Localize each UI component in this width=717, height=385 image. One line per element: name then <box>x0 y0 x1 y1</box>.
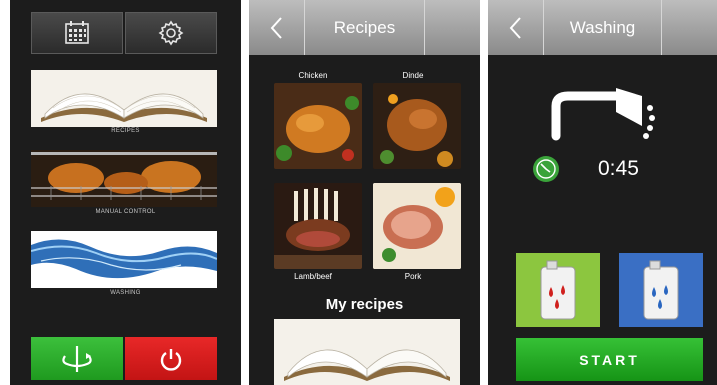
rotate-button[interactable] <box>31 337 123 380</box>
clock-icon <box>533 156 559 182</box>
rack-of-lamb-image <box>274 183 362 269</box>
open-book-image <box>31 70 217 127</box>
main-menu-screen: RECIPES MANUAL CONTROL WASHING <box>10 0 241 385</box>
header-bar: Washing <box>488 0 717 55</box>
calendar-button[interactable] <box>31 12 123 54</box>
gear-icon <box>158 20 184 46</box>
roast-pork-image <box>373 183 461 269</box>
my-recipes-tile[interactable] <box>274 319 460 385</box>
red-detergent-jug-icon <box>540 260 576 320</box>
back-button[interactable] <box>249 0 305 55</box>
lamb-beef-recipe-card[interactable] <box>274 183 362 269</box>
dinde-recipe-card[interactable] <box>373 83 461 169</box>
my-recipes-heading: My recipes <box>325 296 404 313</box>
washing-label: WASHING <box>110 290 141 296</box>
chevron-left-icon <box>270 16 282 39</box>
power-button[interactable] <box>125 337 217 380</box>
wash-timer: 0:45 <box>598 157 639 180</box>
recipes-label: RECIPES <box>111 128 140 134</box>
detergent-red-button[interactable] <box>516 253 600 327</box>
settings-button[interactable] <box>125 12 217 54</box>
power-icon <box>160 348 182 371</box>
page-title: Recipes <box>333 18 396 37</box>
chicken-recipe-card[interactable] <box>274 83 362 169</box>
blue-detergent-jug-icon <box>643 260 679 320</box>
header-bar: Recipes <box>249 0 480 55</box>
recipe-label-chicken: Chicken <box>298 71 328 80</box>
manual-control-label: MANUAL CONTROL <box>95 209 156 215</box>
header-right-slot <box>661 0 717 55</box>
recipe-label-lamb-beef: Lamb/beef <box>294 272 332 281</box>
washing-screen: Washing 0:45 START <box>488 0 717 385</box>
roast-turkey-image <box>373 83 461 169</box>
recipe-label-pork: Pork <box>404 272 422 281</box>
water-wave-image <box>31 231 217 288</box>
pork-recipe-card[interactable] <box>373 183 461 269</box>
recipe-label-dinde: Dinde <box>402 71 424 80</box>
start-button[interactable]: START <box>516 338 703 381</box>
recipes-tile[interactable] <box>31 70 217 127</box>
chevron-left-icon <box>509 16 521 39</box>
shower-nozzle-icon <box>551 88 655 141</box>
rotisserie-chickens-image <box>31 150 217 207</box>
detergent-blue-button[interactable] <box>619 253 703 327</box>
rotation-icon <box>62 345 92 372</box>
manual-control-tile[interactable] <box>31 150 217 207</box>
page-title: Washing <box>569 18 636 37</box>
open-book-image <box>274 319 460 385</box>
back-button[interactable] <box>488 0 544 55</box>
header-right-slot <box>424 0 480 55</box>
washing-tile[interactable] <box>31 231 217 288</box>
calendar-icon <box>65 21 89 44</box>
roast-chicken-image <box>274 83 362 169</box>
recipes-screen: Recipes Chicken Dinde Lamb/beef Pork My … <box>249 0 480 385</box>
